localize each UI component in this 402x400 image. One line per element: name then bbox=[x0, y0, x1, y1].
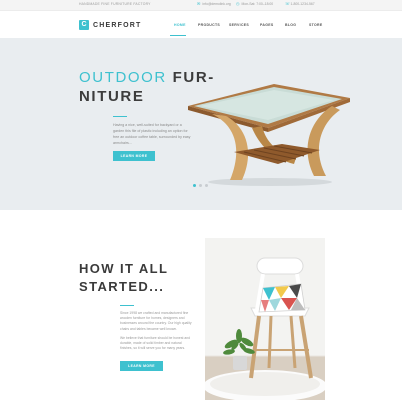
slider-dot-3[interactable] bbox=[205, 184, 208, 187]
about-paragraph-2: We believe that furniture should be hone… bbox=[120, 336, 191, 351]
about-title-line1: HOW IT ALL bbox=[79, 261, 169, 276]
slider-pagination bbox=[193, 184, 208, 187]
nav-home[interactable]: HOME bbox=[174, 23, 186, 27]
about-divider bbox=[120, 305, 134, 306]
about-section: HOW IT ALL STARTED... Since 1998 we craf… bbox=[0, 210, 402, 400]
coffee-table-image bbox=[188, 84, 350, 186]
nav-pages[interactable]: PAGES bbox=[260, 23, 274, 27]
hero-slider: OUTDOOR FUR- NITURE Having a nice, well-… bbox=[0, 38, 402, 210]
nav-services[interactable]: SERVICES bbox=[229, 23, 249, 27]
about-title: HOW IT ALL STARTED... bbox=[79, 260, 168, 296]
hero-divider bbox=[113, 116, 127, 117]
main-nav: HOME PRODUCTS SERVICES PAGES BLOG STORE bbox=[0, 23, 402, 29]
clock-icon: ◷ bbox=[236, 1, 240, 6]
nav-active-indicator bbox=[170, 35, 186, 36]
chair-photo bbox=[205, 238, 325, 400]
site-tagline: HANDMADE FINE FURNITURE FACTORY bbox=[79, 2, 151, 6]
slider-dot-2[interactable] bbox=[199, 184, 202, 187]
slider-dot-1[interactable] bbox=[193, 184, 196, 187]
contact-hours-text: Mon-Sat: 7:00–18:00 bbox=[241, 2, 274, 6]
nav-products[interactable]: PRODUCTS bbox=[198, 23, 220, 27]
contact-hours: ◷ Mon-Sat: 7:00–18:00 bbox=[236, 1, 274, 7]
top-utility-bar: HANDMADE FINE FURNITURE FACTORY ✉ info@d… bbox=[0, 0, 402, 11]
site-header: C CHERFORT HOME PRODUCTS SERVICES PAGES … bbox=[0, 11, 402, 38]
envelope-icon: ✉ bbox=[197, 1, 201, 6]
phone-icon: ☏ bbox=[285, 1, 291, 6]
contact-phone-text: 1-800-1234-567 bbox=[290, 2, 315, 6]
hero-description: Having a nice, well-suited for backyard … bbox=[113, 123, 191, 145]
hero-learn-more-button[interactable]: LEARN MORE bbox=[113, 151, 155, 161]
about-title-line2: STARTED... bbox=[79, 279, 165, 294]
nav-store[interactable]: STORE bbox=[309, 23, 323, 27]
hero-title-accent: OUTDOOR bbox=[79, 69, 167, 86]
contact-email[interactable]: ✉ info@demolink.org bbox=[197, 1, 231, 7]
contact-phone[interactable]: ☏ 1-800-1234-567 bbox=[285, 1, 315, 7]
about-paragraph-1: Since 1998 we crafted and manufactured f… bbox=[120, 311, 192, 331]
contact-email-text: info@demolink.org bbox=[202, 2, 231, 6]
nav-blog[interactable]: BLOG bbox=[285, 23, 296, 27]
about-learn-more-button[interactable]: LEARN MORE bbox=[120, 361, 163, 371]
